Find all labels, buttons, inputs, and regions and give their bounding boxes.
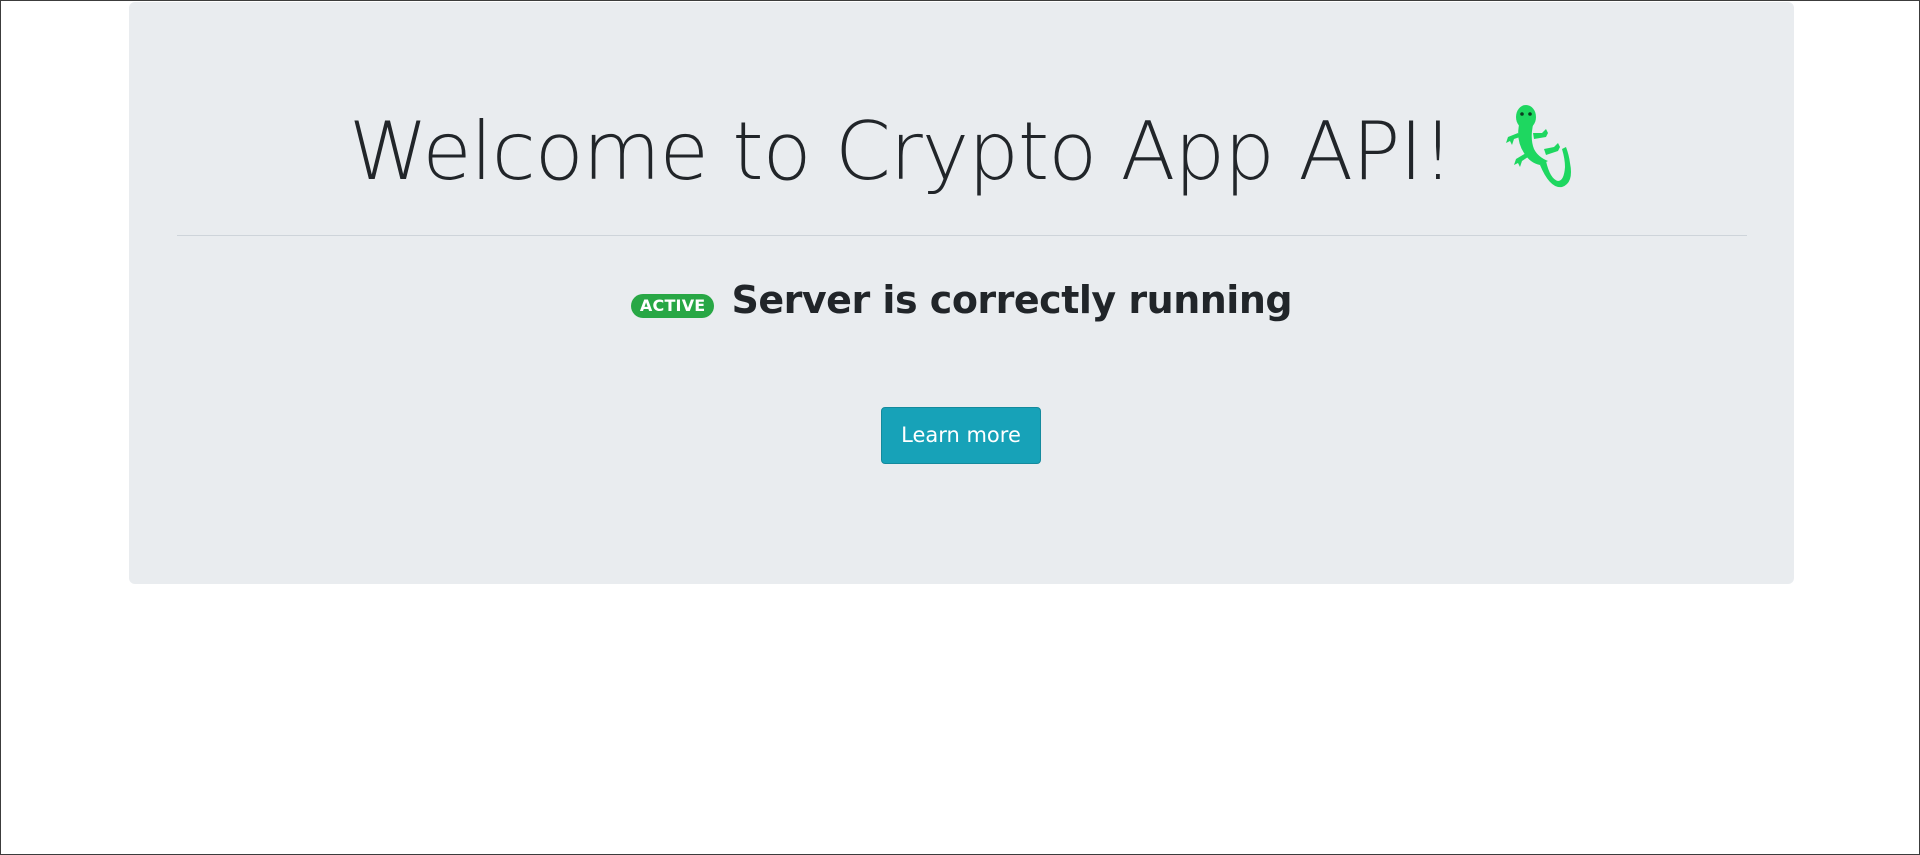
status-badge: ACTIVE (630, 294, 715, 318)
divider (177, 235, 1747, 236)
jumbotron: Welcome to Crypto App API! ACTIVE Server… (129, 2, 1794, 584)
page-title: Welcome to Crypto App API! (348, 105, 1454, 198)
title-row: Welcome to Crypto App API! (129, 102, 1794, 202)
page: Welcome to Crypto App API! ACTIVE Server… (0, 0, 1920, 855)
status-text: Server is correctly running (731, 278, 1293, 322)
status-row: ACTIVE Server is correctly running (129, 272, 1794, 328)
learn-more-button[interactable]: Learn more (881, 407, 1041, 464)
lizard-icon (1504, 103, 1574, 193)
